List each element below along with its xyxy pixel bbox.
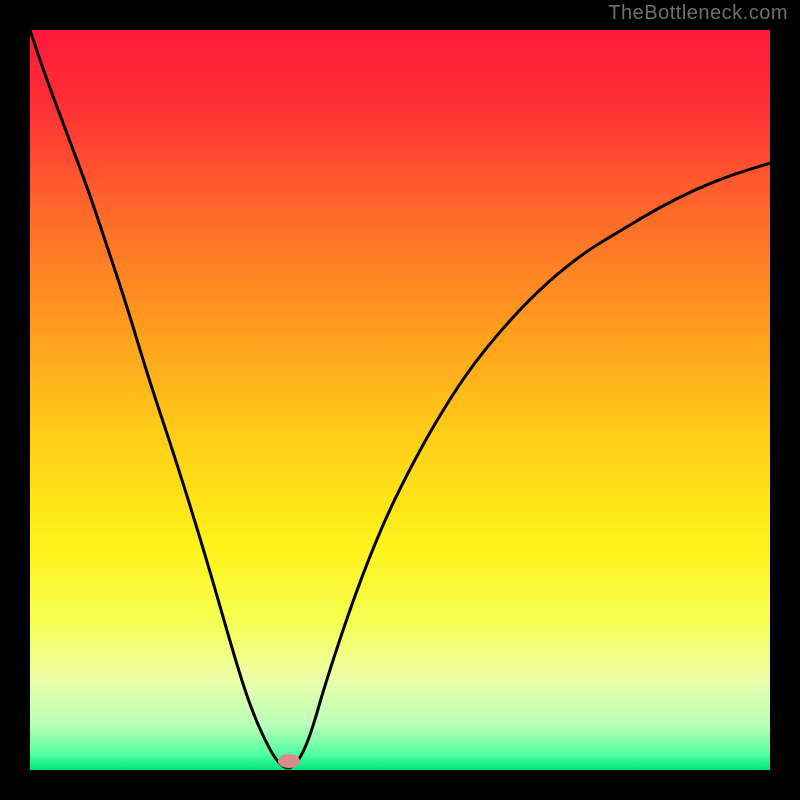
heat-background: [30, 30, 770, 770]
plot-area: [30, 30, 770, 770]
chart-frame: TheBottleneck.com: [0, 0, 800, 800]
watermark-label: TheBottleneck.com: [608, 2, 788, 25]
bottleneck-chart: [30, 30, 770, 770]
sweet-spot-marker: [278, 754, 300, 768]
